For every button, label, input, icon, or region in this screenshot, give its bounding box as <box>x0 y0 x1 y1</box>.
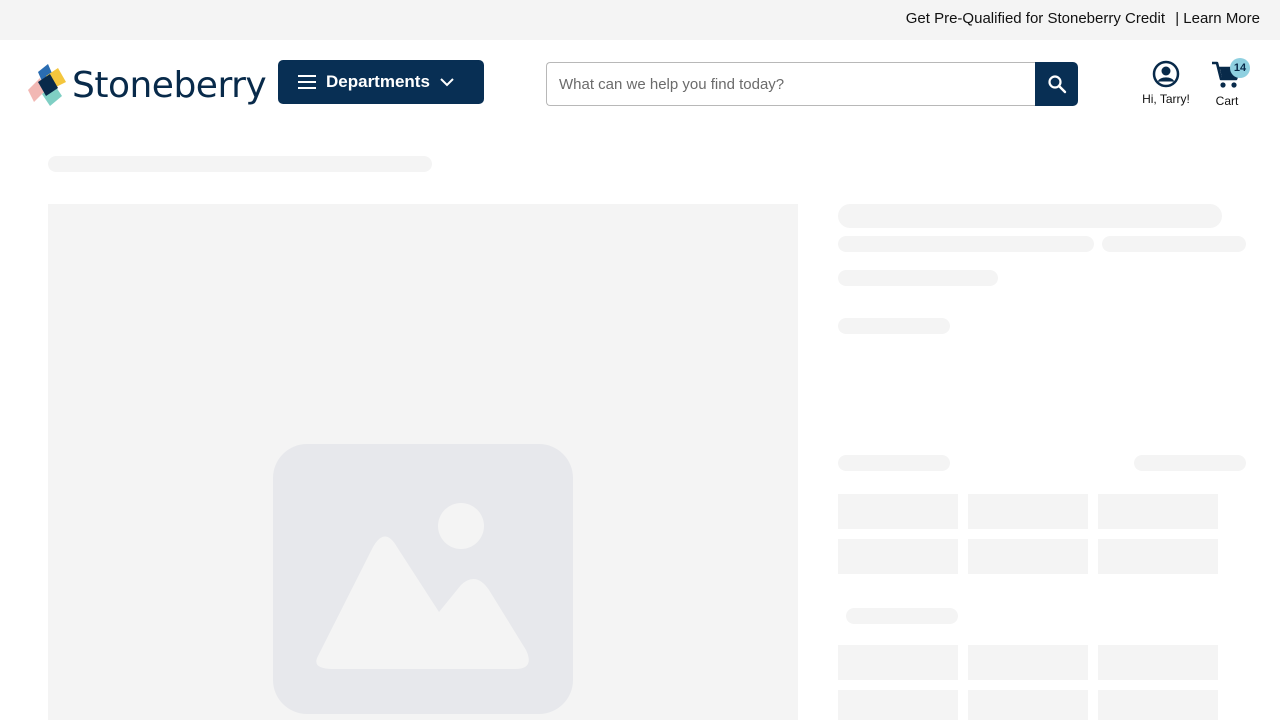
learn-more-link[interactable]: Learn More <box>1183 10 1260 27</box>
logo-mark-icon <box>28 64 66 106</box>
account-button[interactable]: Hi, Tarry! <box>1136 60 1196 106</box>
promo-bar: Get Pre-Qualified for Stoneberry Credit … <box>0 0 1280 40</box>
option-tile-skeleton <box>968 539 1088 574</box>
breadcrumb-skeleton <box>48 156 432 172</box>
option-tile-skeleton <box>1098 539 1218 574</box>
option-guide-skeleton <box>1134 455 1246 471</box>
departments-button[interactable]: Departments <box>278 60 484 104</box>
cart-label: Cart <box>1215 94 1239 108</box>
hamburger-icon <box>298 75 316 89</box>
rating-skeleton <box>838 270 998 286</box>
option-tile-skeleton <box>968 494 1088 529</box>
product-subtitle-skeleton <box>838 236 1094 252</box>
option-label-skeleton-2 <box>846 608 958 624</box>
account-icon <box>1152 60 1180 88</box>
option-tile-skeleton <box>1098 645 1218 680</box>
site-header: Stoneberry Departments Hi, Tarry! <box>0 40 1280 128</box>
option-label-skeleton <box>838 455 950 471</box>
product-image-placeholder <box>48 204 798 720</box>
search-bar <box>546 62 1078 106</box>
option-tile-skeleton <box>838 645 958 680</box>
search-button[interactable] <box>1035 62 1078 106</box>
promo-text: Get Pre-Qualified for Stoneberry Credit <box>905 10 1166 27</box>
cart-count-badge: 14 <box>1230 58 1250 78</box>
search-input[interactable] <box>546 62 1036 106</box>
stoneberry-logo[interactable]: Stoneberry <box>24 64 267 108</box>
price-skeleton <box>838 318 950 334</box>
promo-text-wrap: Get Pre-Qualified for Stoneberry Credit … <box>906 10 1260 27</box>
promo-separator: | <box>1175 10 1180 27</box>
option-tile-skeleton <box>838 494 958 529</box>
option-tile-skeleton <box>968 690 1088 720</box>
account-label: Hi, Tarry! <box>1142 92 1190 106</box>
image-placeholder-icon <box>273 444 573 714</box>
search-icon <box>1047 75 1066 94</box>
product-subtitle-skeleton-2 <box>1102 236 1246 252</box>
departments-label: Departments <box>326 72 430 91</box>
option-tile-skeleton <box>838 539 958 574</box>
option-tile-skeleton <box>838 690 958 720</box>
option-tile-skeleton <box>968 645 1088 680</box>
option-tile-skeleton <box>1098 494 1218 529</box>
option-tile-skeleton <box>1098 690 1218 720</box>
chevron-down-icon <box>440 77 454 86</box>
product-title-skeleton <box>838 204 1222 228</box>
cart-button[interactable]: 14 Cart <box>1206 58 1250 108</box>
logo-wordmark: Stoneberry <box>72 65 267 106</box>
